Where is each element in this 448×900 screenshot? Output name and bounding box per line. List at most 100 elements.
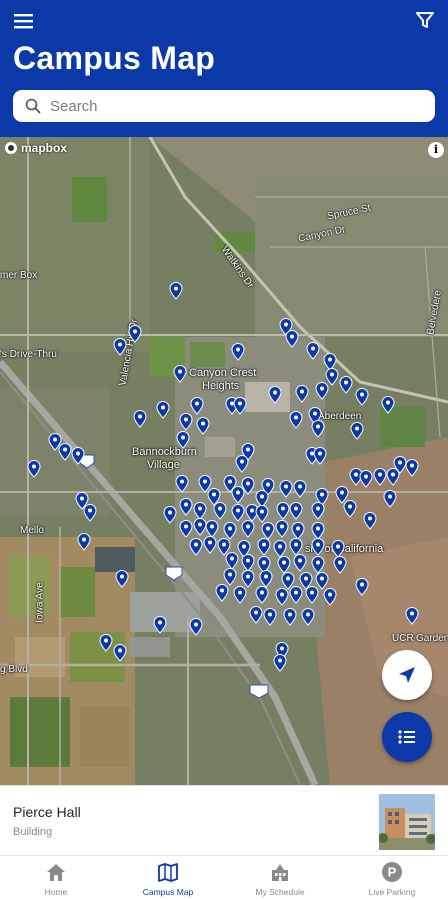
map-pin-icon[interactable] (179, 498, 193, 516)
map-pin-icon[interactable] (289, 411, 303, 429)
map-pin-icon[interactable] (255, 586, 269, 604)
map-pin-icon[interactable] (175, 475, 189, 493)
map-pin-icon[interactable] (113, 338, 127, 356)
map-pin-icon[interactable] (255, 505, 269, 523)
selected-place-card[interactable]: Pierce Hall Building (0, 785, 448, 855)
map-pin-icon[interactable] (311, 502, 325, 520)
map-pin-icon[interactable] (373, 468, 387, 486)
map-pin-icon[interactable] (173, 365, 187, 383)
map-pin-icon[interactable] (231, 486, 245, 504)
map-pin-icon[interactable] (241, 520, 255, 538)
map-pin-icon[interactable] (276, 502, 290, 520)
map-pin-icon[interactable] (311, 420, 325, 438)
map-pin-icon[interactable] (311, 538, 325, 556)
map-pin-icon[interactable] (359, 470, 373, 488)
map-pin-icon[interactable] (113, 644, 127, 662)
map-pin-icon[interactable] (179, 520, 193, 538)
map-pin-icon[interactable] (249, 606, 263, 624)
map-pin-icon[interactable] (273, 654, 287, 672)
map-pin-icon[interactable] (343, 500, 357, 518)
map-pin-icon[interactable] (257, 538, 271, 556)
map-pin-icon[interactable] (275, 520, 289, 538)
map-pin-icon[interactable] (339, 376, 353, 394)
map-pin-icon[interactable] (77, 533, 91, 551)
map-pin-icon[interactable] (355, 388, 369, 406)
building-photo-image (379, 794, 435, 850)
map-pin-icon[interactable] (128, 325, 142, 343)
map-pin-icon[interactable] (301, 608, 315, 626)
map-pin-icon[interactable] (315, 382, 329, 400)
map-pin-icon[interactable] (235, 455, 249, 473)
locate-me-button[interactable] (382, 650, 432, 700)
schedule-building-icon (272, 864, 288, 881)
mapbox-logo-icon (5, 142, 17, 154)
map-pin-icon[interactable] (306, 342, 320, 360)
map-pin-icon[interactable] (383, 490, 397, 508)
map-pin-icon[interactable] (189, 618, 203, 636)
map-pin-icon[interactable] (196, 417, 210, 435)
map-pin-icon[interactable] (233, 397, 247, 415)
page-title: Campus Map (13, 40, 216, 76)
satellite-map-base (0, 137, 448, 785)
map-pin-icon[interactable] (203, 536, 217, 554)
map-pin-icon[interactable] (99, 634, 113, 652)
map-pin-icon[interactable] (405, 459, 419, 477)
tab-home-label: Home (44, 887, 68, 897)
map-pin-icon[interactable] (275, 588, 289, 606)
map-pin-icon[interactable] (263, 608, 277, 626)
map-pin-icon[interactable] (405, 607, 419, 625)
map-pin-icon[interactable] (293, 554, 307, 572)
tab-campus-map[interactable]: Campus Map (112, 856, 224, 900)
place-category: Building (13, 826, 53, 838)
map-info-button[interactable]: i (428, 142, 444, 158)
tab-my-schedule[interactable]: My Schedule (224, 856, 336, 900)
map-pin-icon[interactable] (231, 343, 245, 361)
map-pin-icon[interactable] (355, 578, 369, 596)
map-pin-icon[interactable] (169, 282, 183, 300)
tab-home[interactable]: Home (0, 856, 112, 900)
tab-live-parking[interactable]: P Live Parking (336, 856, 448, 900)
map-pin-icon[interactable] (71, 447, 85, 465)
map-pin-icon[interactable] (58, 443, 72, 461)
map-pin-icon[interactable] (279, 480, 293, 498)
app-header: Campus Map (0, 0, 448, 137)
map-pin-icon[interactable] (283, 608, 297, 626)
map-pin-icon[interactable] (295, 385, 309, 403)
filter-button[interactable] (414, 9, 436, 31)
map-pin-icon[interactable] (323, 588, 337, 606)
search-input[interactable] (50, 97, 410, 115)
map-pin-icon[interactable] (293, 480, 307, 498)
search-bar[interactable] (13, 90, 435, 122)
map-pin-icon[interactable] (381, 396, 395, 414)
map-pin-icon[interactable] (176, 431, 190, 449)
map-pin-icon[interactable] (133, 410, 147, 428)
search-icon (25, 98, 41, 114)
map-pin-icon[interactable] (363, 512, 377, 530)
map-pin-icon[interactable] (27, 460, 41, 478)
map-pin-icon[interactable] (289, 502, 303, 520)
map-pin-icon[interactable] (285, 330, 299, 348)
map-pin-icon[interactable] (333, 556, 347, 574)
campus-map[interactable]: mapbox i Canyon Crest Heights Bannockbur… (0, 137, 448, 785)
map-pin-icon[interactable] (213, 502, 227, 520)
home-icon (47, 864, 65, 881)
map-pin-icon[interactable] (153, 616, 167, 634)
list-view-button[interactable] (382, 712, 432, 762)
map-pin-icon[interactable] (163, 506, 177, 524)
map-pin-icon[interactable] (189, 538, 203, 556)
map-pin-icon[interactable] (305, 586, 319, 604)
map-pin-icon[interactable] (156, 401, 170, 419)
bottom-tab-bar: Home Campus Map My Schedule P Live Parki… (0, 855, 448, 900)
map-pin-icon[interactable] (268, 386, 282, 404)
tab-my-schedule-label: My Schedule (255, 887, 305, 897)
menu-button[interactable] (12, 10, 36, 32)
map-label-drive-thru: 's Drive-Thru (0, 349, 57, 360)
map-pin-icon[interactable] (289, 586, 303, 604)
map-pin-icon[interactable] (115, 570, 129, 588)
map-pin-icon[interactable] (179, 413, 193, 431)
map-pin-icon[interactable] (350, 422, 364, 440)
map-pin-icon[interactable] (233, 586, 247, 604)
map-pin-icon[interactable] (83, 504, 97, 522)
map-pin-icon[interactable] (215, 584, 229, 602)
map-pin-icon[interactable] (313, 447, 327, 465)
